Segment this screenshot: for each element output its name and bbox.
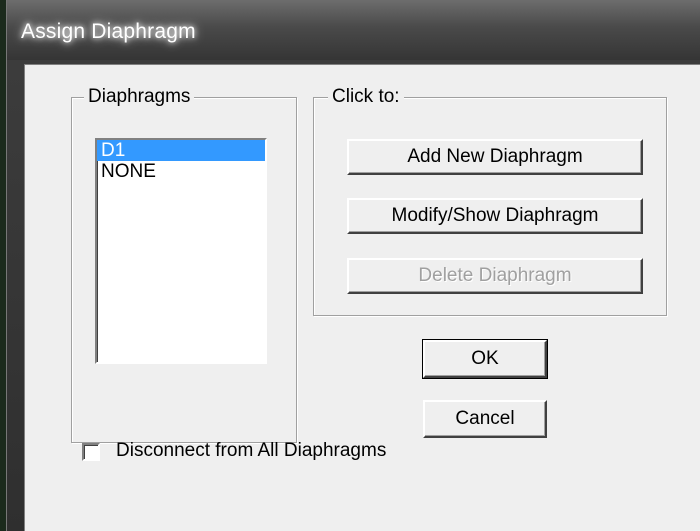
list-item-d1[interactable]: D1	[97, 140, 265, 161]
ok-button[interactable]: OK	[422, 339, 548, 379]
dialog-client-area: Diaphragms D1 NONE Click to: Add New Dia…	[24, 64, 700, 531]
diaphragms-group-label: Diaphragms	[84, 86, 195, 108]
list-item-none[interactable]: NONE	[97, 161, 265, 182]
click-to-group-label: Click to:	[328, 86, 404, 108]
add-new-diaphragm-button[interactable]: Add New Diaphragm	[347, 139, 643, 175]
assign-diaphragm-window: Assign Diaphragm Diaphragms D1 NONE Clic…	[6, 0, 700, 531]
title-bar[interactable]: Assign Diaphragm	[7, 0, 700, 60]
modify-show-diaphragm-button[interactable]: Modify/Show Diaphragm	[347, 198, 643, 234]
disconnect-checkbox[interactable]	[82, 443, 100, 461]
cancel-button[interactable]: Cancel	[423, 400, 547, 438]
window-title: Assign Diaphragm	[21, 20, 196, 43]
diaphragms-listbox[interactable]: D1 NONE	[95, 138, 267, 364]
disconnect-checkbox-label[interactable]: Disconnect from All Diaphragms	[116, 440, 386, 462]
delete-diaphragm-button[interactable]: Delete Diaphragm	[347, 258, 643, 294]
